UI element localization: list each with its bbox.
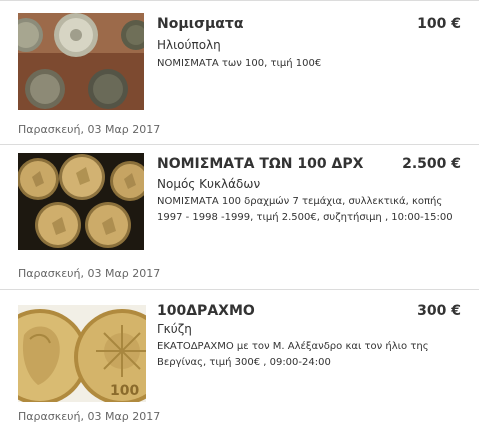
listing-price: 300 € <box>417 303 461 319</box>
listing-location: Γκύζη <box>157 322 192 336</box>
listing-date: Παρασκευή, 03 Μαρ 2017 <box>18 267 161 280</box>
gold-coins-photo <box>18 153 144 250</box>
listing-price: 2.500 € <box>402 156 461 172</box>
listing-list: Παρασκευή, 03 Μαρ 2017 Νομισματα Ηλιούπο… <box>0 0 479 434</box>
listing-item[interactable]: Παρασκευή, 03 Μαρ 2017 ΝΟΜΙΣΜΑΤΑ ΤΩΝ 100… <box>0 145 479 290</box>
listing-location: Νομός Κυκλάδων <box>157 177 261 191</box>
listing-thumbnail[interactable]: 100 <box>18 305 146 402</box>
listing-location: Ηλιούπολη <box>157 38 221 52</box>
listing-title[interactable]: ΝΟΜΙΣΜΑΤΑ ΤΩΝ 100 ΔΡΧ <box>157 156 363 172</box>
listing-thumbnail[interactable] <box>18 13 144 110</box>
listing-price: 100 € <box>417 16 461 32</box>
listing-date: Παρασκευή, 03 Μαρ 2017 <box>18 410 161 423</box>
listing-description: ΕΚΑΤΟΔΡΑΧΜΟ με τον Μ. Αλέξανδρο και τον … <box>157 341 429 368</box>
listing-title[interactable]: 100ΔΡΑΧΜΟ <box>157 303 255 319</box>
svg-text:100: 100 <box>110 383 139 399</box>
drachma-coin-photo: 100 <box>18 305 146 402</box>
listing-date: Παρασκευή, 03 Μαρ 2017 <box>18 123 161 136</box>
coins-photo <box>18 13 144 110</box>
listing-item[interactable]: Παρασκευή, 03 Μαρ 2017 Νομισματα Ηλιούπο… <box>0 0 479 145</box>
listing-description: ΝΟΜΙΣΜΑΤΑ των 100, τιμή 100€ <box>157 58 322 69</box>
listing-title[interactable]: Νομισματα <box>157 16 243 32</box>
listing-item[interactable]: 100 Παρασκευή, 03 Μαρ 2017 100ΔΡΑΧΜΟ Γκύ… <box>0 290 479 434</box>
listing-description: ΝΟΜΙΣΜΑΤΑ 100 δραχμών 7 τεμάχια, συλλεκτ… <box>157 196 453 223</box>
listing-thumbnail[interactable] <box>18 153 144 250</box>
